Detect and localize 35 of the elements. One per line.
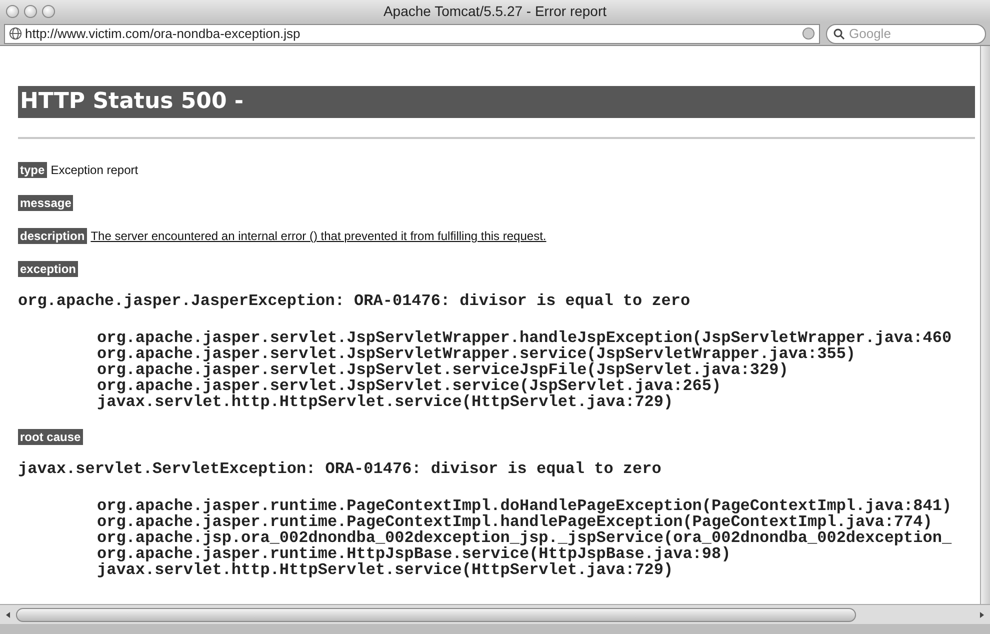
search-placeholder: Google xyxy=(849,26,891,41)
field-label: description xyxy=(18,228,87,244)
left-arrow-icon[interactable] xyxy=(4,610,12,618)
url-text: http://www.victim.com/ora-nondba-exception.jsp xyxy=(25,26,302,41)
scrollbar-thumb[interactable] xyxy=(16,608,856,622)
exception-summary: org.apache.jasper.JasperException: ORA-01476: divisor is equal to zero xyxy=(18,293,692,309)
vertical-scrollbar[interactable] xyxy=(980,46,990,604)
section-label: root cause xyxy=(18,429,83,445)
address-field[interactable]: http://www.victim.com/ora-nondba-exception.jsp xyxy=(4,24,820,44)
field-text: Exception report xyxy=(50,163,138,177)
stack-trace-line: org.apache.jasper.servlet.JspServletWrapper.handleJspException(JspServletWrapper.java:460 xyxy=(97,330,953,346)
section-label: exception xyxy=(18,261,78,277)
stack-trace-line: org.apache.jasper.servlet.JspServlet.serviceJspFile(JspServlet.java:329) xyxy=(97,362,788,378)
stack-trace-line: org.apache.jasper.runtime.HttpJspBase.service(HttpJspBase.java:98) xyxy=(97,546,731,562)
stack-trace-line: javax.servlet.http.HttpServlet.service(HttpServlet.java:729) xyxy=(97,394,674,410)
window-control-button[interactable] xyxy=(6,4,19,18)
field-text: The server encountered an internal error () that prevented it from fulfilling this request. xyxy=(90,229,546,243)
window-control-button[interactable] xyxy=(24,4,37,18)
window-control-button[interactable] xyxy=(42,4,55,18)
right-arrow-icon[interactable] xyxy=(978,610,986,618)
stack-trace-line: org.apache.jasper.runtime.PageContextImpl.handlePageException(PageContextImpl.java:774) xyxy=(97,514,932,530)
reload-icon[interactable] xyxy=(802,27,815,40)
stack-trace-line: org.apache.jsp.ora_002dnondba_002dexception_jsp._jspService(ora_002dnondba_002dexception_ xyxy=(97,530,953,546)
stack-trace-line: org.apache.jasper.servlet.JspServletWrapper.service(JspServletWrapper.java:355) xyxy=(97,346,856,362)
field-label: type xyxy=(18,162,47,178)
exception-summary: javax.servlet.ServletException: ORA-01476: divisor is equal to zero xyxy=(18,461,662,477)
stack-trace-line: javax.servlet.http.HttpServlet.service(HttpServlet.java:729) xyxy=(97,562,674,578)
field-label: message xyxy=(18,195,74,211)
window-title: Apache Tomcat/5.5.27 - Error report xyxy=(382,3,608,19)
error-heading: HTTP Status 500 - xyxy=(18,86,975,118)
globe-icon xyxy=(9,27,22,40)
stack-trace-line: org.apache.jasper.runtime.PageContextImpl.doHandlePageException(PageContextImpl.java:841) xyxy=(97,498,953,514)
stack-trace-line: org.apache.jasper.servlet.JspServlet.service(JspServlet.java:265) xyxy=(97,378,722,394)
search-icon xyxy=(833,28,845,40)
horizontal-scrollbar[interactable] xyxy=(0,604,990,624)
